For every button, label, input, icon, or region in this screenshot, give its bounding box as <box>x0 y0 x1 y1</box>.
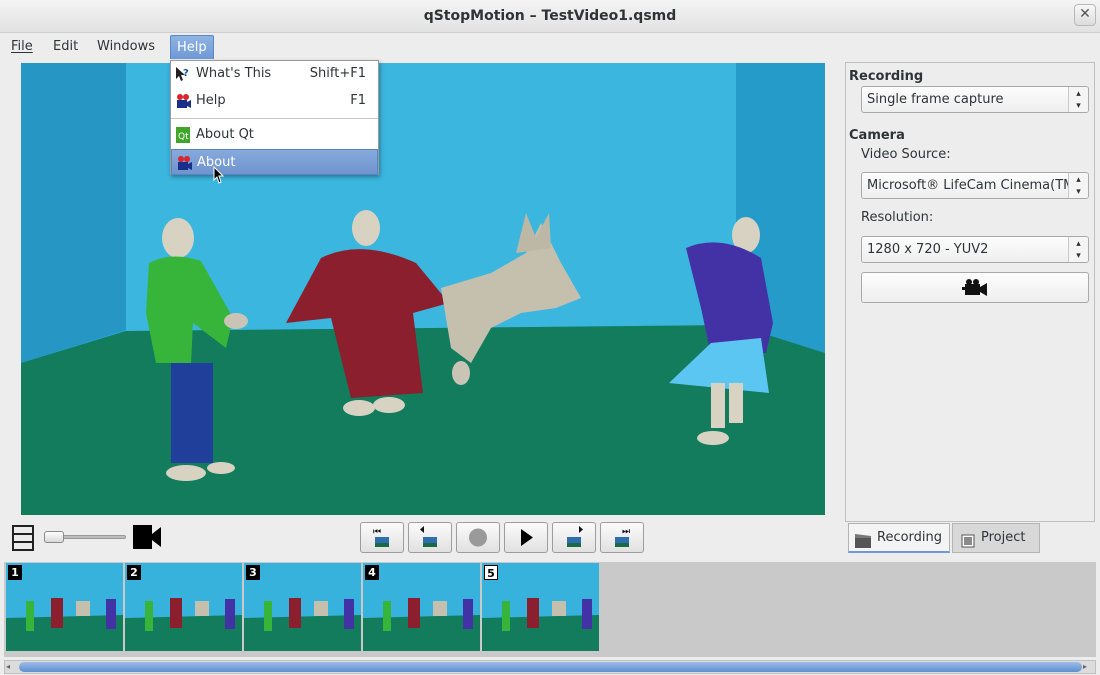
menu-windows[interactable]: Windows <box>91 35 161 59</box>
frame-strip-scrollbar[interactable]: ◂ ▸ <box>4 660 1096 674</box>
clapper-icon <box>855 531 871 559</box>
whats-this-icon: ? <box>175 66 191 82</box>
frame-thumbnail-selected[interactable]: 5 <box>482 563 599 651</box>
menu-item-label: About Qt <box>196 127 254 142</box>
svg-text:Qt: Qt <box>178 132 189 142</box>
last-frame-button[interactable]: ⏭ <box>600 522 644 553</box>
qstopmotion-icon <box>175 93 191 109</box>
menu-help[interactable]: Help <box>170 35 214 59</box>
scroll-left-icon[interactable]: ◂ <box>6 662 16 672</box>
record-button[interactable] <box>456 522 500 553</box>
frame-number: 4 <box>365 565 379 580</box>
help-menu-dropdown: ? What's This Shift+F1 Help F1 Qt About … <box>170 60 379 175</box>
frame-number: 5 <box>484 565 498 580</box>
qt-logo-icon: Qt <box>175 127 191 143</box>
play-button[interactable] <box>504 522 548 553</box>
tab-recording[interactable]: Recording <box>848 523 950 553</box>
window-title: qStopMotion – TestVideo1.qsmd <box>423 8 677 24</box>
menu-separator <box>171 118 378 119</box>
frame-number: 3 <box>246 565 260 580</box>
video-source-value: Microsoft® LifeCam Cinema(TM) <box>867 178 1080 193</box>
frame-thumbnail[interactable]: 2 <box>125 563 242 651</box>
svg-text:?: ? <box>183 68 189 79</box>
filmstrip-toggle-icon[interactable] <box>12 525 34 551</box>
svg-text:⏭: ⏭ <box>622 527 630 537</box>
combo-arrows-icon: ▴ ▾ <box>1068 237 1088 262</box>
next-frame-button[interactable] <box>552 522 596 553</box>
frame-number: 2 <box>127 565 141 580</box>
svg-text:⏮: ⏮ <box>373 527 381 537</box>
camera-section-title: Camera <box>849 128 905 143</box>
camera-mode-icon[interactable] <box>133 524 161 550</box>
menu-item-shortcut: F1 <box>350 93 366 108</box>
tab-project[interactable]: Project <box>952 523 1040 553</box>
recording-mode-value: Single frame capture <box>867 92 1004 107</box>
menu-item-shortcut: Shift+F1 <box>309 66 366 81</box>
resolution-value: 1280 x 720 - YUV2 <box>867 242 989 257</box>
frame-thumbnail[interactable]: 3 <box>244 563 361 651</box>
frame-strip: 1 2 3 4 5 <box>4 562 1096 657</box>
onion-skin-slider[interactable] <box>44 531 126 543</box>
tab-project-label: Project <box>981 530 1026 545</box>
menu-file[interactable]: File <box>5 35 39 59</box>
recording-mode-select[interactable]: Single frame capture ▴ ▾ <box>861 86 1089 113</box>
window-close-button[interactable]: ✕ <box>1074 4 1096 26</box>
combo-arrows-icon: ▴ ▾ <box>1068 87 1088 112</box>
project-icon <box>961 531 975 559</box>
scrollbar-thumb[interactable] <box>19 662 1082 672</box>
recording-panel: Recording Single frame capture ▴ ▾ Camera… <box>845 62 1095 522</box>
slider-handle[interactable] <box>44 531 64 543</box>
first-frame-button[interactable]: ⏮ <box>360 522 404 553</box>
resolution-label: Resolution: <box>861 210 934 225</box>
menu-item-label: What's This <box>196 66 272 81</box>
menu-file-label: File <box>11 39 33 54</box>
menu-item-help[interactable]: Help F1 <box>171 88 378 114</box>
video-source-select[interactable]: Microsoft® LifeCam Cinema(TM) ▴ ▾ <box>861 172 1089 199</box>
frame-thumbnail[interactable]: 1 <box>6 563 123 651</box>
video-source-label: Video Source: <box>861 147 951 162</box>
resolution-select[interactable]: 1280 x 720 - YUV2 ▴ ▾ <box>861 236 1089 263</box>
menu-help-label: Help <box>177 40 207 55</box>
qstopmotion-icon <box>176 155 192 171</box>
menu-windows-label: Windows <box>97 39 156 54</box>
frame-number: 1 <box>8 565 22 580</box>
menu-edit[interactable]: Edit <box>47 35 84 59</box>
camera-preview <box>21 63 825 515</box>
preview-scene <box>21 63 825 515</box>
menu-edit-label: Edit <box>53 39 79 54</box>
video-camera-icon <box>962 279 987 296</box>
mouse-cursor-icon <box>213 165 225 184</box>
window-titlebar: qStopMotion – TestVideo1.qsmd ✕ <box>0 0 1100 33</box>
menubar: File Edit Windows Help <box>0 33 1100 60</box>
recording-section-title: Recording <box>849 69 924 84</box>
tab-recording-label: Recording <box>877 530 943 545</box>
frame-thumbnail[interactable]: 4 <box>363 563 480 651</box>
scroll-right-icon[interactable]: ▸ <box>1083 662 1093 672</box>
menu-item-about[interactable]: About <box>171 149 378 175</box>
menu-item-label: Help <box>196 93 226 108</box>
camera-start-button[interactable] <box>861 272 1089 303</box>
previous-frame-button[interactable] <box>408 522 452 553</box>
menu-item-about-qt[interactable]: Qt About Qt <box>171 122 378 148</box>
combo-arrows-icon: ▴ ▾ <box>1068 173 1088 198</box>
menu-item-whats-this[interactable]: ? What's This Shift+F1 <box>171 61 378 87</box>
